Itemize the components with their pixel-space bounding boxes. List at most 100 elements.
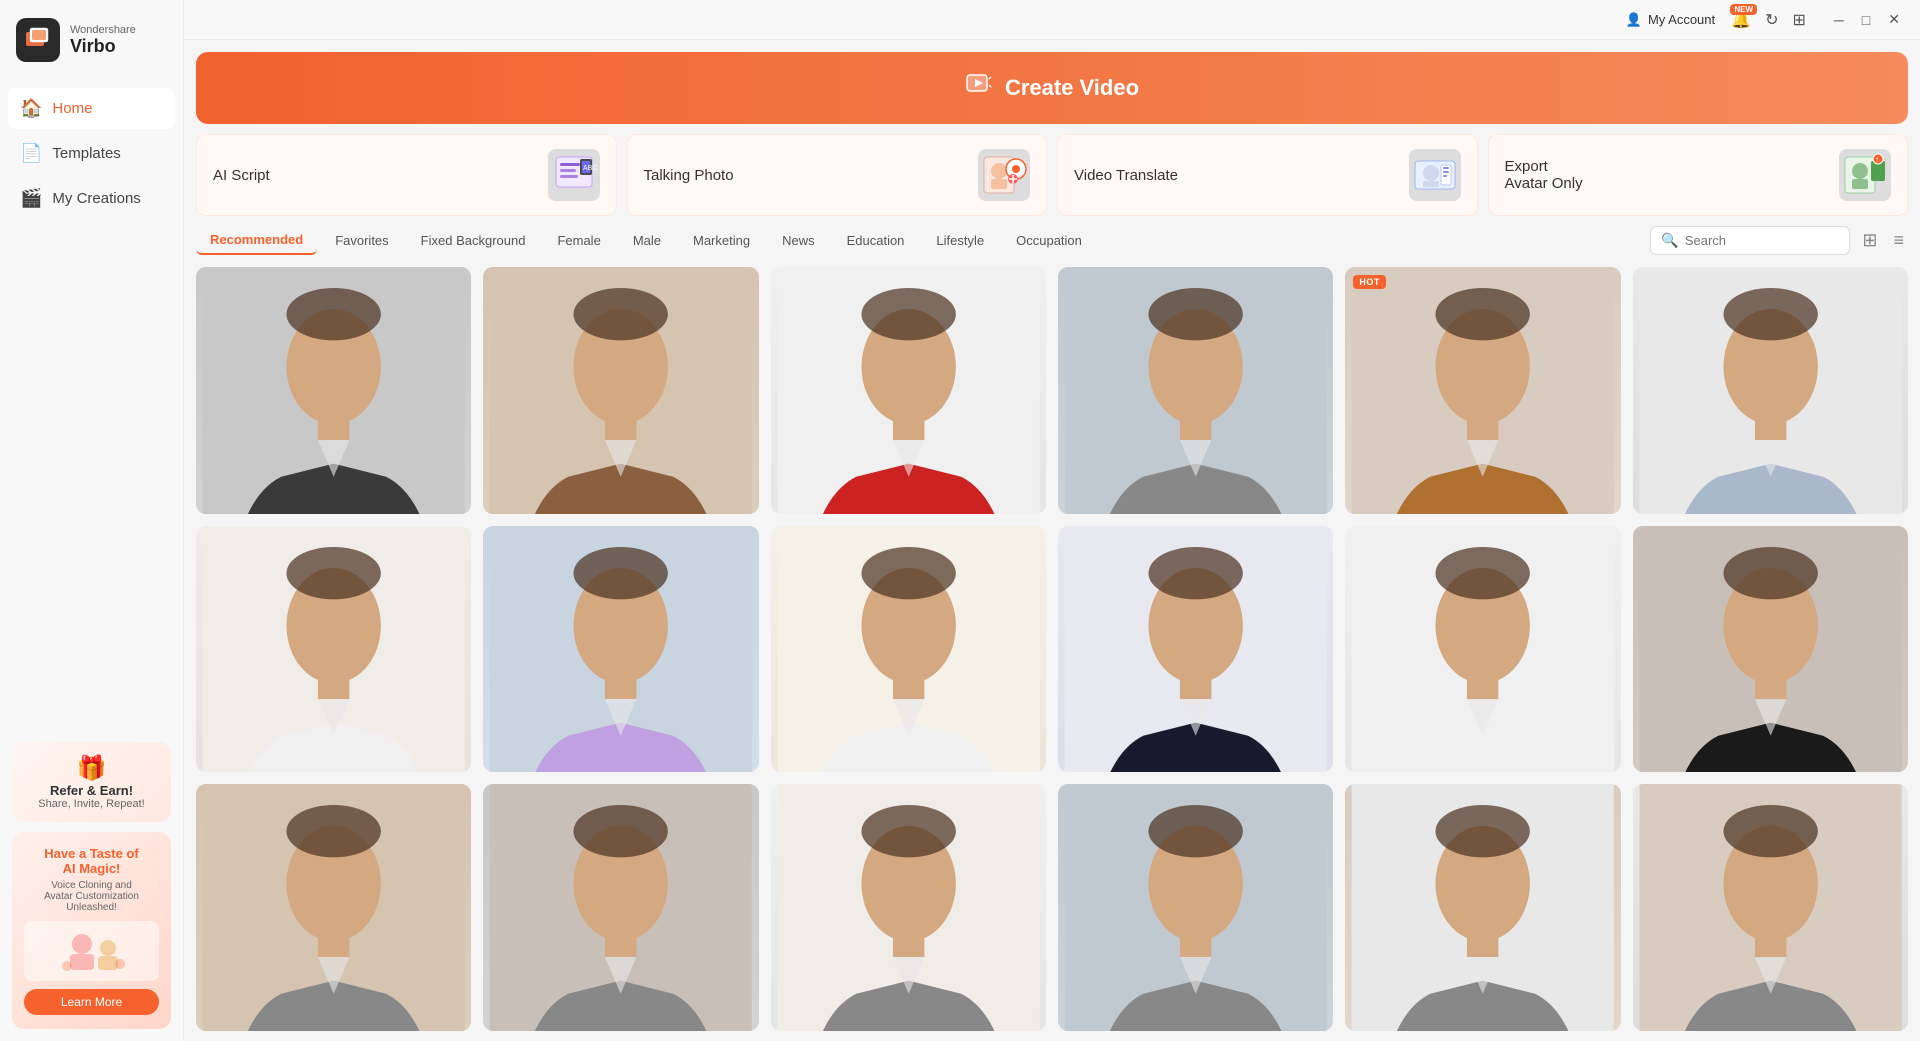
sidebar-item-templates[interactable]: 📄 Templates [8,133,175,174]
filter-female[interactable]: Female [543,227,614,254]
ai-magic-preview [24,921,159,981]
filter-marketing[interactable]: Marketing [679,227,764,254]
create-video-banner[interactable]: Create Video [196,52,1908,124]
feature-video-translate[interactable]: Video Translate [1057,134,1478,216]
avatar-image-2 [483,267,758,514]
avatar-card-16[interactable]: Avatar 16 [1058,784,1333,1031]
refer-card[interactable]: 🎁 Refer & Earn! Share, Invite, Repeat! [12,742,171,822]
list-view-button[interactable]: ≡ [1889,226,1908,255]
avatar-image-15 [771,784,1046,1031]
filter-education[interactable]: Education [833,227,919,254]
avatar-image-16 [1058,784,1333,1031]
avatar-image-10 [1058,526,1333,773]
export-avatar-image: ↑ [1839,149,1891,201]
templates-icon: 📄 [20,143,42,164]
avatar-image-3 [771,267,1046,514]
refer-title: Refer & Earn! [24,783,159,798]
filter-news[interactable]: News [768,227,829,254]
minimize-button[interactable]: ─ [1830,9,1848,30]
maximize-button[interactable]: □ [1858,9,1874,30]
avatar-card-18[interactable]: Avatar 18 [1633,784,1908,1031]
feature-cards: AI Script ABC Talking Photo [196,134,1908,216]
account-label: My Account [1648,12,1715,27]
avatar-card-9[interactable]: Arjun - Araber [771,526,1046,773]
avatar-card-10[interactable]: Gabriel-Business [1058,526,1333,773]
avatar-card-13[interactable]: Avatar 13 [196,784,471,1031]
avatar-card-6[interactable]: Chloe-Elegant [1633,267,1908,514]
close-button[interactable]: ✕ [1884,9,1904,30]
refer-icon: 🎁 [24,754,159,783]
avatar-image-14 [483,784,758,1031]
app-logo: Wondershare Virbo [0,0,183,80]
feature-export-avatar[interactable]: Export Avatar Only ↑ [1488,134,1909,216]
sidebar-item-my-creations[interactable]: 🎬 My Creations [8,178,175,219]
sidebar: Wondershare Virbo 🏠 Home 📄 Templates 🎬 M… [0,0,184,1041]
sidebar-bottom: 🎁 Refer & Earn! Share, Invite, Repeat! H… [0,730,183,1041]
logo-icon [16,18,60,62]
video-translate-label: Video Translate [1074,167,1178,184]
search-box[interactable]: 🔍 [1650,226,1850,255]
ai-script-image: ABC [548,149,600,201]
filter-male[interactable]: Male [619,227,675,254]
filter-lifestyle[interactable]: Lifestyle [922,227,998,254]
sidebar-item-home-label: Home [52,100,92,117]
refresh-icon[interactable]: ↻ [1765,10,1778,30]
account-button[interactable]: 👤 My Account [1626,12,1715,28]
ai-magic-card: Have a Taste of AI Magic! Voice Cloning … [12,832,171,1029]
avatar-image-11 [1345,526,1620,773]
ai-magic-title-plain: Have a Taste of AI Magic! [24,846,159,876]
avatar-card-5[interactable]: HOT William - Business [1345,267,1620,514]
avatar-card-3[interactable]: Ruby-Games [771,267,1046,514]
ai-script-label: AI Script [213,167,270,184]
sidebar-item-templates-label: Templates [52,145,120,162]
logo-text: Wondershare Virbo [70,24,136,57]
avatar-card-15[interactable]: Avatar 15 [771,784,1046,1031]
avatar-card-14[interactable]: Avatar 14 [483,784,758,1031]
titlebar: 👤 My Account 🔔 NEW ↻ ⊞ ─ □ ✕ [184,0,1920,40]
feature-ai-script[interactable]: AI Script ABC [196,134,617,216]
filter-recommended[interactable]: Recommended [196,226,317,255]
bell-icon[interactable]: 🔔 NEW [1731,10,1751,30]
avatar-card-12[interactable]: John-Marketer [1633,526,1908,773]
home-icon: 🏠 [20,98,42,119]
avatar-image-17 [1345,784,1620,1031]
avatar-card-17[interactable]: Avatar 17 [1345,784,1620,1031]
avatar-image-18 [1633,784,1908,1031]
new-badge: NEW [1730,4,1757,15]
refer-subtitle: Share, Invite, Repeat! [24,798,159,810]
feature-talking-photo[interactable]: Talking Photo [627,134,1048,216]
ai-magic-subtitle: Voice Cloning andAvatar Customization Un… [24,880,159,913]
svg-text:ABC: ABC [583,165,597,172]
my-creations-icon: 🎬 [20,188,42,209]
avatar-image-12 [1633,526,1908,773]
talking-photo-label: Talking Photo [644,167,734,184]
search-input[interactable] [1685,233,1840,248]
learn-more-button[interactable]: Learn More [24,989,159,1015]
avatar-card-1[interactable]: Brandt-Casual [196,267,471,514]
search-icon: 🔍 [1661,232,1678,249]
grid-view-button[interactable]: ⊞ [1858,226,1881,255]
grid-icon[interactable]: ⊞ [1792,10,1805,30]
svg-text:↑: ↑ [1875,155,1879,164]
sidebar-item-home[interactable]: 🏠 Home [8,88,175,129]
export-avatar-label: Export Avatar Only [1505,158,1583,192]
talking-photo-image [978,149,1030,201]
avatar-image-6 [1633,267,1908,514]
avatar-card-8[interactable]: Ruby-Formal [483,526,758,773]
filter-favorites[interactable]: Favorites [321,227,402,254]
filter-search-area: 🔍 ⊞ ≡ [1650,226,1908,255]
filter-fixed-background[interactable]: Fixed Background [407,227,540,254]
filter-occupation[interactable]: Occupation [1002,227,1096,254]
window-controls: ─ □ ✕ [1830,9,1904,30]
avatar-image-4 [1058,267,1333,514]
avatar-card-7[interactable]: Giulia-Business [196,526,471,773]
avatar-card-4[interactable]: Harper-Promotion [1058,267,1333,514]
avatar-card-11[interactable]: Mina - Hanfu [1345,526,1620,773]
avatar-image-7 [196,526,471,773]
avatar-image-1 [196,267,471,514]
avatar-image-5: HOT [1345,267,1620,514]
sidebar-navigation: 🏠 Home 📄 Templates 🎬 My Creations [0,80,183,227]
avatar-image-9 [771,526,1046,773]
hot-badge: HOT [1353,275,1386,289]
avatar-card-2[interactable]: Elena-Professional [483,267,758,514]
